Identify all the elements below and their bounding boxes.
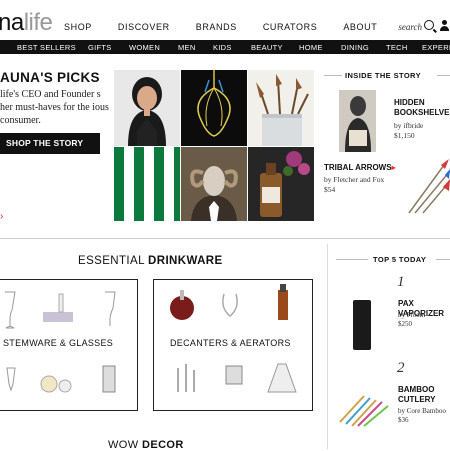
nav-shop[interactable]: SHOP bbox=[64, 22, 92, 32]
top5-item-title[interactable]: BAMBOO CUTLERY bbox=[398, 385, 450, 405]
top5-item-price: $250 bbox=[398, 320, 412, 328]
story-item-title[interactable]: HIDDEN BOOKSHELVES bbox=[394, 98, 450, 118]
cat-experiences[interactable]: EXPERI bbox=[422, 43, 450, 52]
story-item-vendor: by ifbride bbox=[394, 121, 424, 130]
stemware-category-box[interactable]: STEMWARE & GLASSES bbox=[0, 279, 138, 411]
founder-portrait-image[interactable] bbox=[114, 70, 180, 146]
wow-decor-title: WOW DECOR bbox=[108, 439, 184, 451]
bookshelves-image[interactable] bbox=[339, 90, 376, 152]
tribal-arrows-image[interactable] bbox=[405, 155, 450, 215]
story-item-price: $54 bbox=[324, 185, 336, 194]
top5-item-vendor: by Ploom bbox=[398, 311, 426, 319]
drinkware-title: ESSENTIAL DRINKWARE bbox=[78, 255, 223, 267]
cat-best-sellers[interactable]: BEST SELLERS bbox=[17, 43, 76, 52]
carousel-arrow-icon[interactable]: › bbox=[0, 211, 3, 222]
story-item-title[interactable]: TRIBAL ARROWS▸ bbox=[324, 163, 396, 172]
decanters-category-box[interactable]: DECANTERS & AERATORS bbox=[153, 279, 313, 411]
top-bar: nalife SHOP DISCOVER BRANDS CURATORS ABO… bbox=[0, 0, 450, 40]
cat-home[interactable]: HOME bbox=[299, 43, 323, 52]
drinkware-title-light: ESSENTIAL bbox=[78, 255, 149, 267]
logo-dark-text: na bbox=[0, 9, 24, 36]
nav-curators[interactable]: CURATORS bbox=[263, 22, 317, 32]
inside-story-heading: INSIDE THE STORY bbox=[345, 71, 421, 80]
top-nav: SHOP DISCOVER BRANDS CURATORS ABOUT bbox=[64, 22, 403, 32]
site-logo[interactable]: nalife bbox=[0, 9, 53, 37]
bottle-and-flowers-image[interactable] bbox=[248, 147, 314, 221]
stemware-label: STEMWARE & GLASSES bbox=[3, 338, 114, 348]
hero-title: AUNA'S PICKS bbox=[0, 70, 100, 85]
arrows-in-vase-image[interactable] bbox=[248, 70, 314, 146]
user-icon[interactable] bbox=[440, 20, 450, 31]
nav-about[interactable]: ABOUT bbox=[343, 22, 377, 32]
story-item-title-text: TRIBAL ARROWS bbox=[324, 163, 392, 172]
divider bbox=[436, 259, 450, 260]
story-item-vendor: by Fletcher and Fox bbox=[324, 175, 385, 184]
shop-the-story-button[interactable]: SHOP THE STORY bbox=[0, 133, 100, 154]
decanters-label: DECANTERS & AERATORS bbox=[170, 338, 291, 348]
cat-gifts[interactable]: GIFTS bbox=[88, 43, 112, 52]
column-divider bbox=[327, 244, 328, 449]
cat-dining[interactable]: DINING bbox=[341, 43, 369, 52]
story-item-price: $1,150 bbox=[394, 131, 415, 140]
divider bbox=[437, 75, 450, 76]
divider bbox=[336, 259, 368, 260]
hero-description: life's CEO and Founder s her must-haves … bbox=[0, 89, 109, 126]
arrow-icon: ▸ bbox=[391, 163, 396, 172]
search-icon[interactable] bbox=[424, 20, 434, 30]
category-bar: BEST SELLERS GIFTS WOMEN MEN KIDS BEAUTY… bbox=[0, 40, 450, 54]
cat-beauty[interactable]: BEAUTY bbox=[251, 43, 283, 52]
section-divider bbox=[0, 238, 450, 239]
cat-women[interactable]: WOMEN bbox=[129, 43, 160, 52]
logo-light-text: life bbox=[23, 9, 53, 36]
rank-number: 1 bbox=[397, 274, 405, 290]
divider bbox=[324, 75, 342, 76]
cat-tech[interactable]: TECH bbox=[386, 43, 408, 52]
bamboo-cutlery-image[interactable] bbox=[336, 392, 392, 428]
drinkware-title-bold: DRINKWARE bbox=[148, 255, 223, 267]
wire-lamp-image[interactable] bbox=[181, 70, 247, 146]
cat-men[interactable]: MEN bbox=[178, 43, 196, 52]
cat-kids[interactable]: KIDS bbox=[213, 43, 232, 52]
wow-title-bold: DECOR bbox=[141, 439, 184, 451]
striped-fabric-image[interactable] bbox=[114, 147, 180, 221]
top5-heading: TOP 5 TODAY bbox=[373, 255, 427, 264]
top5-item-price: $36 bbox=[398, 416, 409, 424]
search-link[interactable]: search bbox=[398, 22, 422, 32]
wow-title-light: WOW bbox=[108, 439, 142, 451]
rank-number: 2 bbox=[397, 360, 405, 376]
nav-brands[interactable]: BRANDS bbox=[196, 22, 237, 32]
ram-portrait-image[interactable] bbox=[181, 147, 247, 221]
top5-item-vendor: by Core Bamboo bbox=[398, 407, 446, 415]
nav-discover[interactable]: DISCOVER bbox=[118, 22, 170, 32]
pax-vaporizer-image[interactable] bbox=[353, 300, 371, 350]
